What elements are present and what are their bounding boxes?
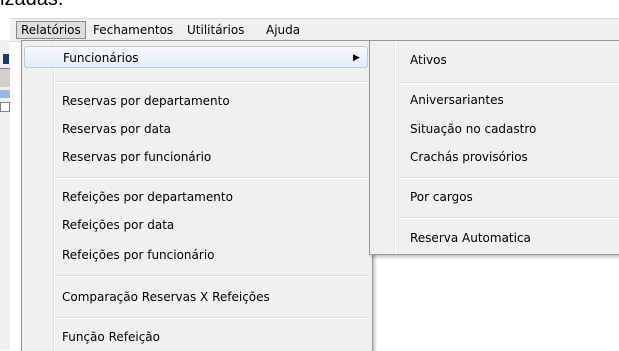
menu-item-reservas-funcionario[interactable]: Reservas por funcionário [62,146,211,168]
menu-item-funcao-refeicao[interactable]: Função Refeição [62,326,160,348]
app-icon [3,54,9,64]
menu-item-label: Funcionários [63,51,139,65]
separator [398,177,619,179]
separator [398,82,619,84]
menu-item-comparacao[interactable]: Comparação Reservas X Refeições [62,286,270,308]
submenu-item-por-cargos[interactable]: Por cargos [410,186,473,208]
separator [56,177,368,179]
menu-item-refeicoes-departamento[interactable]: Refeições por departamento [62,186,233,208]
menu-utilitarios[interactable]: Utilitários [182,22,249,38]
relatorios-dropdown: Funcionários ▶ Reservas por departamento… [21,40,373,351]
submenu-item-crachas-provisorios[interactable]: Crachás provisórios [410,146,528,168]
menu-fechamentos[interactable]: Fechamentos [88,22,178,38]
submenu-arrow-icon: ▶ [353,53,360,63]
menu-bar: Relatórios Fechamentos Utilitários Ajuda [10,18,619,42]
menu-item-reservas-data[interactable]: Reservas por data [62,118,171,140]
submenu-item-situacao-cadastro[interactable]: Situação no cadastro [410,118,536,140]
field-fragment [0,102,10,112]
toolbar-fragment [0,68,10,87]
submenu-item-aniversariantes[interactable]: Aniversariantes [410,89,504,111]
separator [56,81,368,83]
separator [398,217,619,219]
menu-item-funcionarios[interactable]: Funcionários ▶ [24,46,368,68]
submenu-item-reserva-automatica[interactable]: Reserva Automatica [410,227,531,249]
submenu-item-ativos[interactable]: Ativos [410,49,447,71]
separator [56,317,368,319]
background-window-edge [0,40,10,350]
menu-relatorios[interactable]: Relatórios [16,21,86,39]
menu-ajuda[interactable]: Ajuda [261,22,305,38]
menu-item-refeicoes-funcionario[interactable]: Refeições por funcionário [62,244,215,266]
separator [56,275,368,277]
menu-item-reservas-departamento[interactable]: Reservas por departamento [62,90,230,112]
menu-item-refeicoes-data[interactable]: Refeições por data [62,214,174,236]
title-fragment [0,90,10,98]
funcionarios-submenu: Ativos Aniversariantes Situação no cadas… [369,40,619,255]
background-text: izadas. [0,0,63,11]
